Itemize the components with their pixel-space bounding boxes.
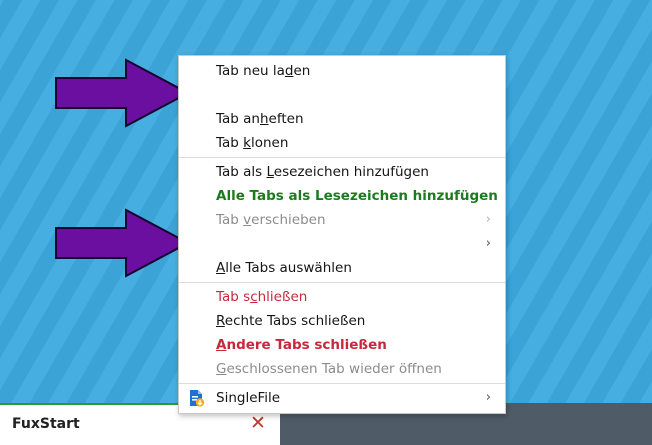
menu-item-reload-tab[interactable]: Tab neu laden: [179, 59, 505, 83]
menu-item-bookmark-tab[interactable]: Tab als Lesezeichen hinzufügen: [179, 160, 505, 184]
menu-separator: [179, 282, 505, 283]
close-icon[interactable]: ✕: [250, 413, 266, 433]
menu-item-label: Tab anheften: [216, 111, 304, 127]
desktop-background: FuxStart ✕ Tab neu laden Tab anheften Ta…: [0, 0, 652, 445]
menu-item-label: SingleFile: [216, 390, 281, 406]
menu-item-close-tabs-right[interactable]: Rechte Tabs schließen: [179, 309, 505, 333]
menu-item-close-tab[interactable]: Tab schließen: [179, 285, 505, 309]
menu-item-label: Alle Tabs als Lesezeichen hinzufügen: [216, 188, 498, 204]
singlefile-icon: [190, 390, 205, 407]
menu-item-label: Tab schließen: [216, 289, 308, 305]
menu-item-label: Rechte Tabs schließen: [216, 313, 366, 329]
menu-item-bookmark-all-tabs[interactable]: Alle Tabs als Lesezeichen hinzufügen: [179, 184, 505, 208]
menu-item-label: Tab verschieben: [216, 212, 326, 228]
menu-item-pin-tab[interactable]: Tab anheften: [179, 107, 505, 131]
menu-item-label: Tab neu laden: [216, 63, 311, 79]
menu-separator: [179, 383, 505, 384]
chevron-right-icon: ›: [485, 390, 491, 405]
menu-item-close-other-tabs[interactable]: Andere Tabs schließen: [179, 333, 505, 357]
tab-context-menu: Tab neu laden Tab anheften Tab klonen Ta…: [178, 55, 506, 414]
menu-item-label: Geschlossenen Tab wieder öffnen: [216, 361, 442, 377]
menu-item-empty-submenu[interactable]: ›: [179, 232, 505, 256]
purple-arrow-icon: [55, 58, 190, 128]
menu-item-empty[interactable]: [179, 83, 505, 107]
menu-item-label: Tab als Lesezeichen hinzufügen: [216, 164, 429, 180]
menu-item-reopen-closed-tab[interactable]: Geschlossenen Tab wieder öffnen: [179, 357, 505, 381]
menu-item-move-tab[interactable]: Tab verschieben ›: [179, 208, 505, 232]
menu-item-singlefile[interactable]: SingleFile ›: [179, 386, 505, 410]
menu-item-label: Tab klonen: [216, 135, 289, 151]
chevron-right-icon: ›: [485, 212, 491, 227]
menu-separator: [179, 157, 505, 158]
chevron-right-icon: ›: [485, 236, 491, 251]
menu-item-select-all-tabs[interactable]: Alle Tabs auswählen: [179, 256, 505, 280]
menu-item-label: Alle Tabs auswählen: [216, 260, 352, 276]
tab-title: FuxStart: [12, 416, 80, 432]
purple-arrow-icon: [55, 208, 190, 278]
menu-item-duplicate-tab[interactable]: Tab klonen: [179, 131, 505, 155]
menu-item-label: Andere Tabs schließen: [216, 337, 387, 353]
